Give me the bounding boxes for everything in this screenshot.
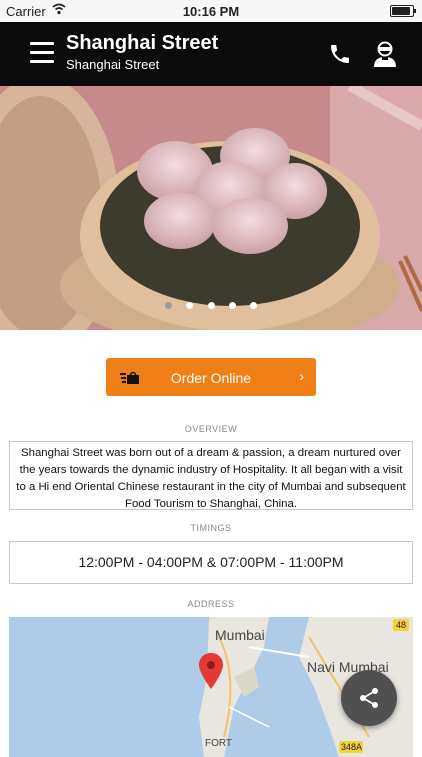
order-online-label: Order Online <box>170 370 252 386</box>
carousel-dot[interactable] <box>250 302 258 309</box>
carousel-dot[interactable] <box>228 302 236 309</box>
timings-text: 12:00PM - 04:00PM & 07:00PM - 11:00PM <box>78 554 344 570</box>
carousel-dot[interactable] <box>186 302 194 309</box>
map-road-badge-2: 348A <box>341 742 363 752</box>
status-bar: Carrier 10:16 PM <box>0 0 422 22</box>
share-icon <box>360 688 378 708</box>
page-title: Shanghai Street <box>66 32 219 54</box>
carousel-dot[interactable] <box>207 302 215 309</box>
map-pin-icon[interactable] <box>199 653 223 689</box>
address-heading: ADDRESS <box>187 599 235 609</box>
user-support-icon[interactable] <box>372 40 398 68</box>
map-label-city: Mumbai <box>215 627 265 643</box>
map-road-badge: 48 <box>396 620 407 630</box>
phone-icon[interactable] <box>328 42 352 66</box>
order-online-button[interactable]: Order Online › <box>106 358 316 396</box>
map-label-fort: FORT <box>205 738 233 749</box>
overview-text: Shanghai Street was born out of a dream … <box>16 447 406 510</box>
app-bar: Shanghai Street Shanghai Street <box>0 22 422 86</box>
timings-card: 12:00PM - 04:00PM & 07:00PM - 11:00PM <box>9 541 413 584</box>
share-button[interactable] <box>341 670 397 726</box>
carousel-dot[interactable] <box>164 302 172 309</box>
hamburger-menu-icon[interactable] <box>30 42 54 64</box>
overview-heading: OVERVIEW <box>184 424 238 434</box>
page-subtitle: Shanghai Street <box>66 57 160 72</box>
dumplings-image <box>0 86 422 330</box>
timings-heading: TIMINGS <box>190 523 232 533</box>
carousel-indicator[interactable] <box>0 296 422 314</box>
overview-card: Shanghai Street was born out of a dream … <box>9 441 413 510</box>
chevron-right-icon: › <box>299 368 304 384</box>
clock: 10:16 PM <box>182 4 240 19</box>
battery-icon <box>390 5 416 17</box>
hero-carousel[interactable] <box>0 86 422 330</box>
